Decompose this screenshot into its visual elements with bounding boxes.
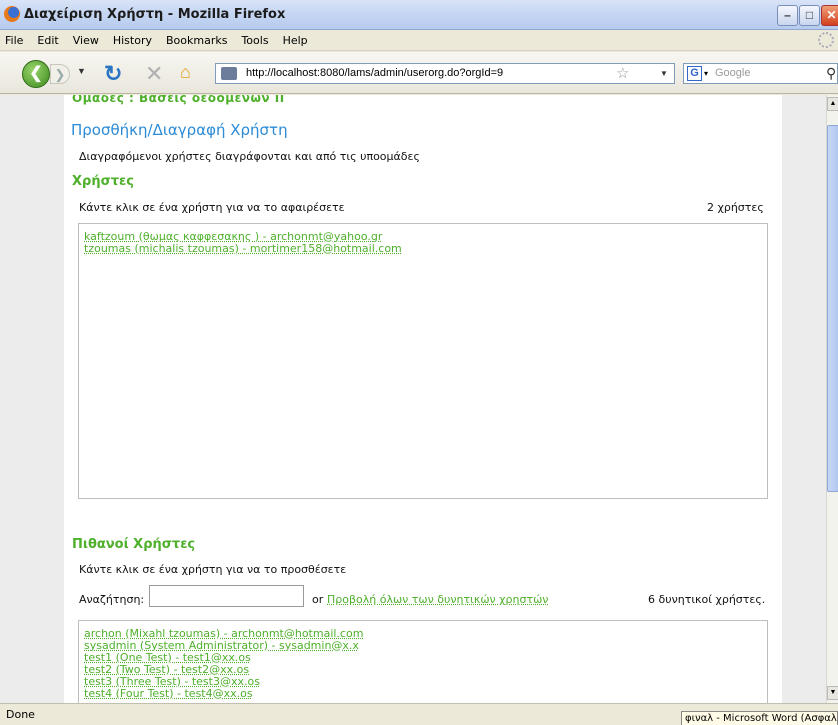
close-button[interactable]: ✕	[821, 5, 838, 26]
scroll-up-button[interactable]: ▲	[827, 97, 838, 111]
potential-user-item[interactable]: test4 (Four Test) - test4@xx.os	[84, 688, 363, 700]
menu-bookmarks[interactable]: Bookmarks	[159, 30, 234, 51]
browser-window: Διαχείριση Χρήστη - Mozilla Firefox – □ …	[0, 0, 838, 725]
users-list: kaftzoum (θωμας καφφεσακης ) - archonmt@…	[78, 223, 768, 499]
back-button[interactable]: ❮	[22, 60, 50, 88]
user-item[interactable]: tzoumas (michalis tzoumas) - mortimer158…	[84, 243, 402, 255]
or-label: or	[312, 593, 324, 606]
firefox-icon	[4, 6, 20, 22]
menu-tools[interactable]: Tools	[234, 30, 275, 51]
search-icon[interactable]: ⚲	[826, 65, 836, 82]
scroll-down-button[interactable]: ▼	[827, 686, 838, 700]
page-title: Προσθήκη/Διαγραφή Χρήστη	[71, 121, 288, 139]
title-bar: Διαχείριση Χρήστη - Mozilla Firefox – □ …	[0, 0, 838, 30]
taskbar-word-item[interactable]: φιναλ - Microsoft Word (Ασφαλής λειτουργ…	[681, 711, 838, 725]
page-content: Ομάδες : Βάσεις δεδομένων II Προσθήκη/Δι…	[0, 95, 838, 703]
potential-users-list: archon (Mixahl tzoumas) - archonmt@hotma…	[78, 620, 768, 703]
menu-view[interactable]: View	[66, 30, 106, 51]
window-title: Διαχείριση Χρήστη - Mozilla Firefox	[24, 7, 286, 22]
url-text[interactable]: http://localhost:8080/lams/admin/userorg…	[246, 67, 503, 79]
users-heading: Χρήστες	[72, 174, 134, 189]
status-bar: Done φιναλ - Microsoft Word (Ασφαλής λει…	[0, 703, 838, 725]
potential-users-hint: Κάντε κλικ σε ένα χρήστη για να το προσθ…	[79, 563, 347, 576]
user-search-input[interactable]	[149, 585, 304, 607]
menu-file[interactable]: File	[0, 30, 30, 51]
menu-bar: File Edit View History Bookmarks Tools Help	[0, 30, 838, 51]
potential-users-count: 6 δυνητικοί χρήστες.	[648, 593, 766, 606]
site-icon	[221, 67, 237, 80]
status-text: Done	[6, 708, 35, 721]
address-bar[interactable]: http://localhost:8080/lams/admin/userorg…	[215, 63, 675, 84]
minimize-button[interactable]: –	[777, 5, 798, 26]
menu-history[interactable]: History	[106, 30, 159, 51]
bookmark-star-icon[interactable]: ☆	[616, 64, 629, 82]
page-description: Διαγραφόμενοι χρήστες διαγράφονται και α…	[79, 150, 420, 163]
search-placeholder: Google	[715, 67, 751, 79]
history-dropdown-icon[interactable]: ▼	[77, 66, 86, 76]
url-dropdown-icon[interactable]: ▼	[660, 69, 668, 78]
vertical-scrollbar[interactable]: ▲ ▼	[826, 95, 838, 703]
scroll-thumb[interactable]	[827, 125, 838, 492]
home-button[interactable]: ⌂	[180, 62, 191, 83]
forward-button[interactable]: ❯	[50, 64, 70, 84]
navigation-toolbar: ❮ ❯ ▼ ↻ ✕ ⌂ http://localhost:8080/lams/a…	[0, 52, 838, 94]
search-bar[interactable]: G ▾ Google ⚲	[683, 63, 838, 84]
maximize-button[interactable]: □	[799, 5, 820, 26]
reload-button[interactable]: ↻	[104, 61, 122, 87]
throbber-icon	[818, 32, 834, 48]
google-icon[interactable]: G	[687, 66, 702, 81]
search-label: Αναζήτηση:	[79, 593, 145, 606]
potential-users-heading: Πιθανοί Χρήστες	[72, 537, 196, 552]
users-count: 2 χρήστες	[707, 201, 764, 214]
show-all-link[interactable]: Προβολή όλων των δυνητικών χρηστών	[327, 593, 548, 606]
menu-help[interactable]: Help	[276, 30, 315, 51]
users-hint: Κάντε κλικ σε ένα χρήστη για να το αφαιρ…	[79, 201, 345, 214]
stop-button[interactable]: ✕	[145, 61, 163, 87]
menu-edit[interactable]: Edit	[30, 30, 65, 51]
search-engine-dropdown-icon[interactable]: ▾	[704, 69, 708, 78]
breadcrumb[interactable]: Ομάδες : Βάσεις δεδομένων II	[72, 95, 285, 105]
